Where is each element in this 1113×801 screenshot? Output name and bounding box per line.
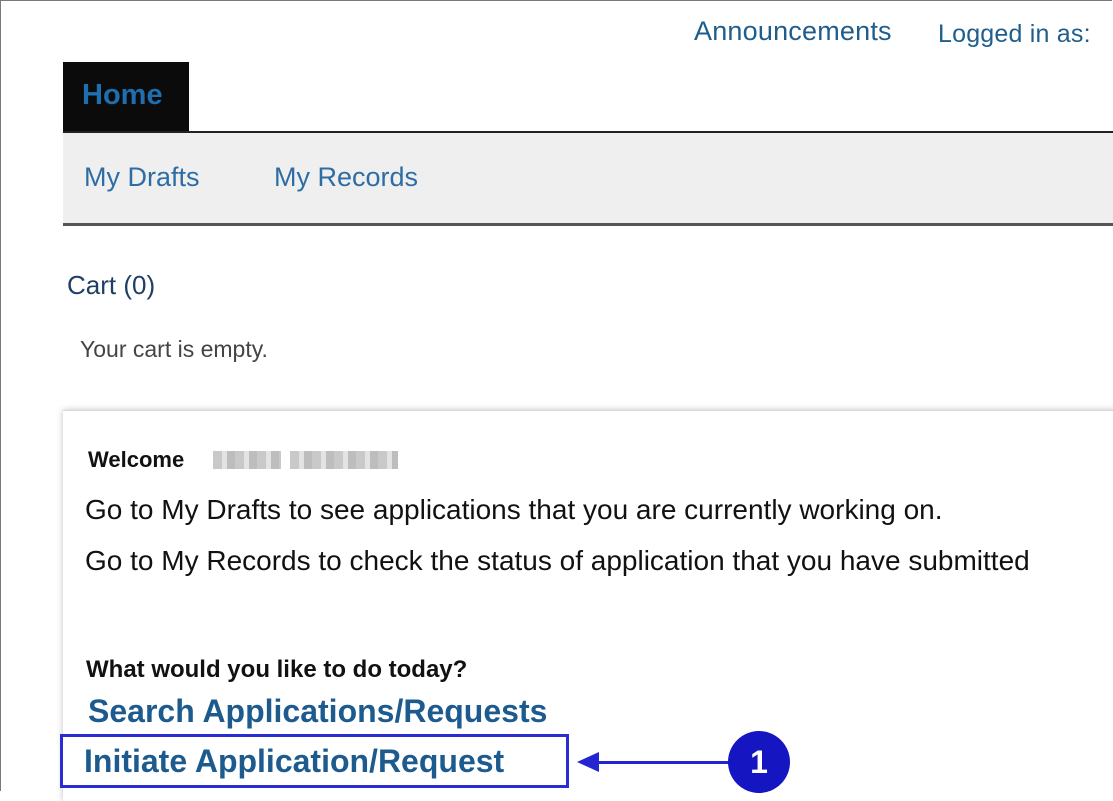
cart-title[interactable]: Cart (0) — [67, 270, 155, 301]
callout-arrow-line — [598, 761, 730, 764]
search-applications-link[interactable]: Search Applications/Requests — [88, 693, 547, 730]
tab-home[interactable]: Home — [63, 62, 189, 133]
subnav-bar — [63, 133, 1113, 223]
callout-highlight-box — [60, 734, 569, 788]
redacted-last-name — [290, 451, 398, 469]
subnav-item-my-drafts[interactable]: My Drafts — [84, 162, 200, 193]
callout-badge: 1 — [728, 731, 790, 793]
cart-empty-message: Your cart is empty. — [80, 336, 268, 362]
welcome-label: Welcome — [88, 447, 185, 472]
welcome-records-text: Go to My Records to check the status of … — [85, 545, 1030, 576]
redacted-first-name — [213, 451, 281, 469]
logged-in-label: Logged in as: — [938, 20, 1091, 48]
tab-home-label: Home — [82, 79, 163, 111]
subnav-item-my-records[interactable]: My Records — [274, 162, 418, 193]
welcome-drafts-text: Go to My Drafts to see applications that… — [85, 494, 943, 525]
announcements-link[interactable]: Announcements — [694, 16, 892, 47]
callout-arrow-icon — [577, 752, 599, 772]
actions-question: What would you like to do today? — [86, 656, 468, 683]
subnav-divider — [63, 223, 1113, 226]
